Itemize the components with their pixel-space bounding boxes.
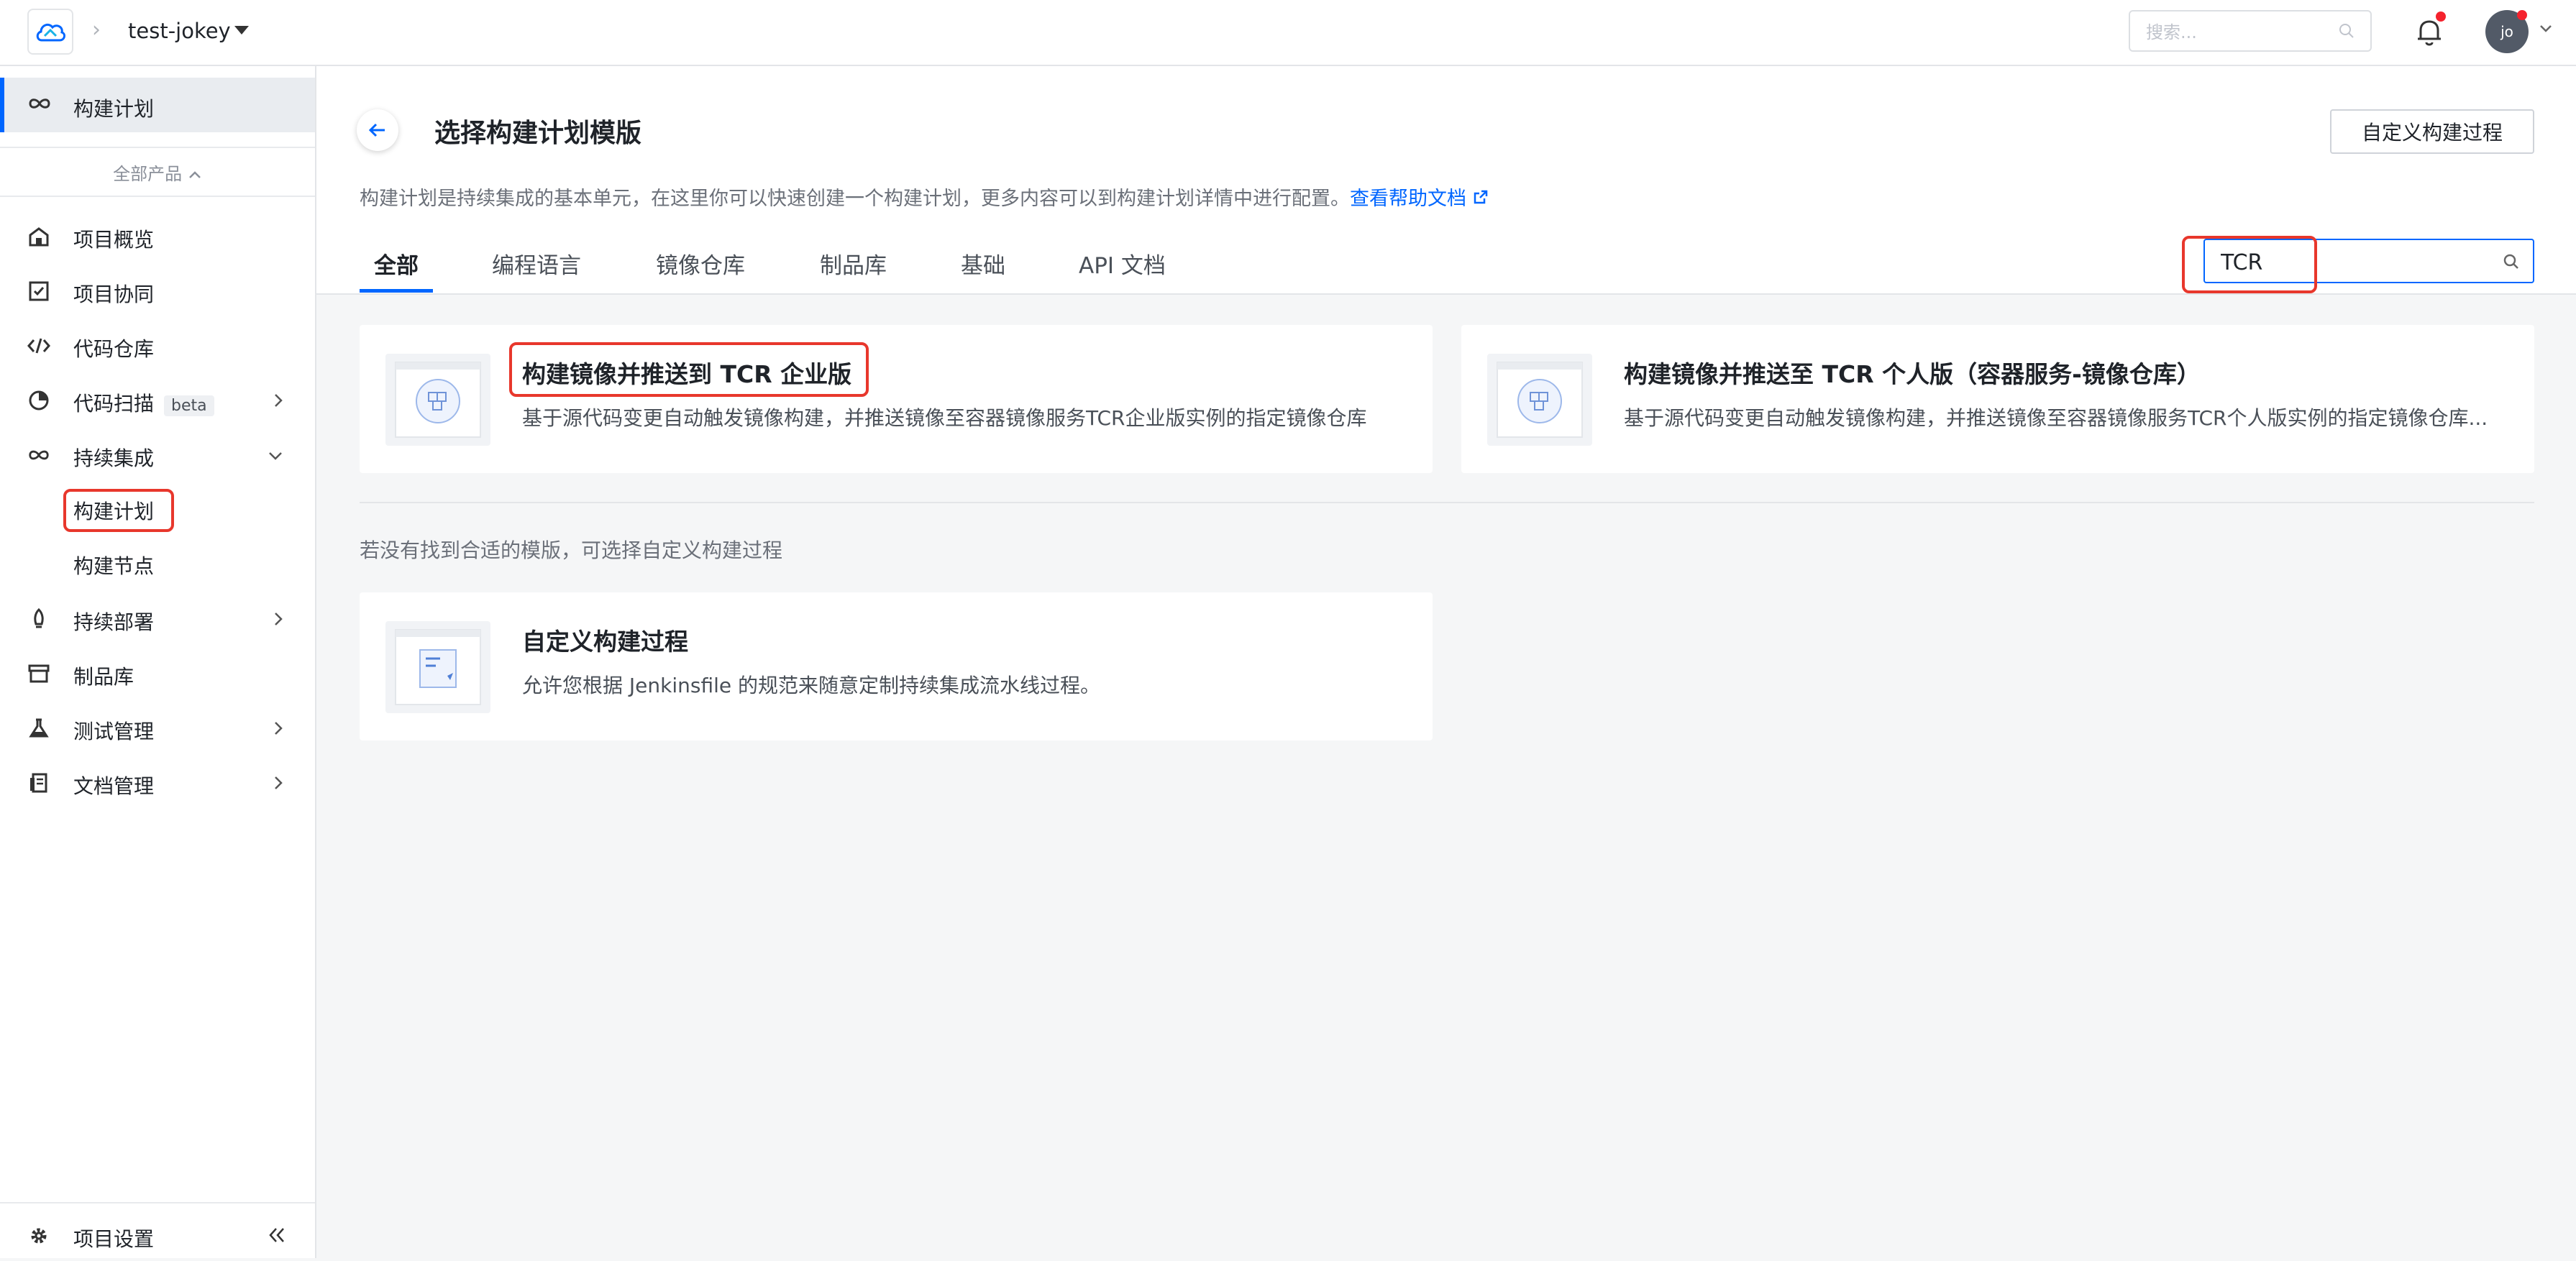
active-indicator: [0, 78, 4, 132]
chevron-right-icon: [273, 720, 283, 739]
all-products-label: 全部产品: [113, 164, 183, 184]
chevron-down-icon: [268, 450, 283, 464]
sidebar-item-collaboration[interactable]: 项目协同: [0, 265, 315, 316]
page-header: 选择构建计划模版 自定义构建过程 构建计划是持续集成的基本单元，在这里你可以快速…: [316, 66, 2576, 295]
highlight-box: [509, 342, 869, 397]
box-icon: [27, 663, 50, 684]
sidebar-item-testing[interactable]: 测试管理: [0, 702, 315, 753]
cloud-logo-icon[interactable]: [27, 9, 73, 55]
tab-api-docs[interactable]: API 文档: [1079, 247, 1166, 311]
template-card-tcr-personal[interactable]: 构建镜像并推送至 TCR 个人版（容器服务-镜像仓库） 基于源代码变更自动触发镜…: [1461, 325, 2534, 473]
tab-basic[interactable]: 基础: [961, 247, 1005, 311]
top-bar: › test-jokey jo: [0, 0, 2576, 66]
sidebar-item-label: 持续部署: [73, 610, 155, 634]
tab-all[interactable]: 全部: [374, 247, 419, 311]
scan-icon: [27, 390, 50, 411]
image-template-icon: [1487, 354, 1592, 446]
chevron-right-icon: [273, 393, 283, 411]
external-link-icon: [1474, 190, 1487, 204]
sidebar-pinned-label: 构建计划: [73, 97, 155, 121]
chevron-up-icon: [188, 164, 202, 184]
infinity-icon: [27, 95, 52, 115]
global-search-input[interactable]: [2145, 20, 2334, 45]
card-title: 构建镜像并推送至 TCR 个人版（容器服务-镜像仓库）: [1624, 360, 2201, 388]
highlight-box: [2182, 236, 2317, 293]
card-title: 自定义构建过程: [522, 628, 688, 656]
sidebar-item-label: 项目协同: [73, 283, 155, 306]
highlight-box: [63, 489, 174, 532]
card-description: 基于源代码变更自动触发镜像构建，并推送镜像至容器镜像服务TCR个人版实例的指定镜…: [1624, 406, 2488, 430]
search-icon[interactable]: [2503, 253, 2520, 273]
sidebar-item-code-repo[interactable]: 代码仓库: [0, 319, 315, 371]
doc-icon: [27, 772, 50, 794]
notification-dot: [2436, 12, 2446, 22]
sidebar-item-label: 项目概览: [73, 228, 155, 252]
caret-down-icon[interactable]: [234, 26, 249, 35]
sidebar-item-label: 持续集成: [73, 446, 155, 470]
main-content: 选择构建计划模版 自定义构建过程 构建计划是持续集成的基本单元，在这里你可以快速…: [316, 66, 2576, 1258]
page-title: 选择构建计划模版: [434, 119, 642, 148]
avatar-initials: jo: [2500, 23, 2513, 40]
sidebar-item-label: 代码仓库: [73, 337, 155, 361]
sidebar-pinned-build-plan[interactable]: 构建计划: [0, 78, 315, 132]
sidebar-item-code-scan[interactable]: 代码扫描 beta: [0, 374, 315, 426]
beta-badge: beta: [164, 395, 214, 416]
infinity-icon: [27, 444, 50, 466]
arrow-left-icon: [369, 123, 385, 137]
description-text: 构建计划是持续集成的基本单元，在这里你可以快速创建一个构建计划，更多内容可以到构…: [360, 188, 1350, 210]
help-doc-label: 查看帮助文档: [1350, 188, 1466, 210]
breadcrumb-separator-icon: ›: [92, 17, 101, 42]
all-products-toggle[interactable]: 全部产品: [0, 160, 315, 185]
chevron-down-icon[interactable]: [2539, 23, 2553, 37]
custom-build-button[interactable]: 自定义构建过程: [2330, 109, 2534, 154]
gear-icon: [27, 1225, 50, 1247]
sidebar: 构建计划 全部产品 项目概览 项目协同 代码仓库 代码扫描 beta 持续集成 …: [0, 66, 316, 1258]
project-switcher[interactable]: test-jokey: [128, 19, 231, 43]
sidebar-item-overview[interactable]: 项目概览: [0, 210, 315, 262]
code-icon: [27, 335, 50, 357]
chevron-right-icon: [273, 775, 283, 794]
active-tab-indicator: [360, 289, 433, 293]
sidebar-item-label: 项目设置: [73, 1227, 155, 1251]
template-card-tcr-enterprise[interactable]: 构建镜像并推送到 TCR 企业版 基于源代码变更自动触发镜像构建，并推送镜像至容…: [360, 325, 1433, 473]
image-template-icon: [385, 354, 490, 446]
help-doc-link[interactable]: 查看帮助文档: [1350, 188, 1489, 210]
flask-icon: [27, 717, 50, 739]
collapse-sidebar-icon[interactable]: [268, 1226, 286, 1247]
divider: [0, 147, 315, 148]
tab-artifacts[interactable]: 制品库: [820, 247, 887, 311]
sidebar-item-text: 代码扫描: [73, 392, 155, 416]
card-description: 基于源代码变更自动触发镜像构建，并推送镜像至容器镜像服务TCR企业版实例的指定镜…: [522, 406, 1367, 430]
sidebar-item-label: 测试管理: [73, 720, 155, 743]
custom-hint-text: 若没有找到合适的模版，可选择自定义构建过程: [360, 538, 783, 562]
sidebar-item-docs[interactable]: 文档管理: [0, 756, 315, 808]
home-icon: [27, 226, 50, 247]
sidebar-item-cd[interactable]: 持续部署: [0, 592, 315, 644]
divider: [360, 502, 2534, 503]
sidebar-item-label: 代码扫描 beta: [73, 388, 214, 417]
global-search[interactable]: [2129, 10, 2372, 52]
divider: [0, 1202, 315, 1203]
page-description: 构建计划是持续集成的基本单元，在这里你可以快速创建一个构建计划，更多内容可以到构…: [360, 183, 1489, 211]
template-card-custom[interactable]: 自定义构建过程 允许您根据 Jenkinsfile 的规范来随意定制持续集成流水…: [360, 592, 1433, 740]
sidebar-item-settings[interactable]: 项目设置: [0, 1209, 315, 1261]
custom-template-icon: [385, 621, 490, 713]
sidebar-item-ci[interactable]: 持续集成: [0, 428, 315, 480]
tab-image-registry[interactable]: 镜像仓库: [656, 247, 745, 311]
chevron-right-icon: [273, 611, 283, 630]
sidebar-item-artifacts[interactable]: 制品库: [0, 647, 315, 699]
sidebar-item-label: 制品库: [73, 665, 134, 689]
divider: [0, 196, 315, 197]
rocket-icon: [27, 608, 50, 630]
sidebar-subitem-build-node[interactable]: 构建节点: [73, 551, 154, 579]
card-description: 允许您根据 Jenkinsfile 的规范来随意定制持续集成流水线过程。: [522, 674, 1101, 697]
tab-programming-language[interactable]: 编程语言: [492, 247, 581, 311]
avatar-notification-dot: [2517, 10, 2527, 20]
sidebar-item-label: 文档管理: [73, 774, 155, 798]
search-icon[interactable]: [2339, 23, 2355, 42]
checkbox-icon: [27, 280, 50, 302]
back-button[interactable]: [357, 109, 398, 151]
